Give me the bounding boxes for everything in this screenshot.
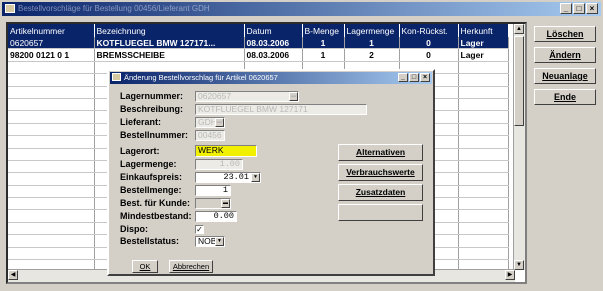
label-bestellmenge: Bestellmenge: <box>120 185 182 195</box>
zusatzdaten-button[interactable]: Zusatzdaten <box>338 184 423 201</box>
lieferant-field[interactable]: GDH ▬ <box>195 117 225 128</box>
label-bestellnummer: Bestellnummer: <box>120 130 189 140</box>
cell-datum: 08.03.2006 <box>244 48 303 62</box>
best-fuer-kunde-field[interactable]: ▬ <box>195 198 231 209</box>
dispo-checkbox[interactable]: ✓ <box>195 225 204 234</box>
cell-herkunft: Lager <box>458 37 509 50</box>
label-lieferant: Lieferant: <box>120 117 162 127</box>
einkaufspreis-field[interactable]: 23.01 ▼ <box>195 172 261 183</box>
table-row[interactable]: 0620657 KOTFLUEGEL BMW 127171... 08.03.2… <box>8 37 509 50</box>
bestellstatus-select[interactable]: NOB ▼ <box>195 236 225 247</box>
scroll-right-icon[interactable]: ▶ <box>505 270 515 280</box>
window-title: Bestellvorschläge für Bestellung 00456/L… <box>18 4 210 13</box>
column-header-datum[interactable]: Datum <box>244 24 303 37</box>
bestellnummer-field[interactable]: 00456 <box>195 130 225 141</box>
column-header-herkunft[interactable]: Herkunft <box>458 24 509 37</box>
dialog-title: Änderung Bestellvorschlag für Artikel 06… <box>124 73 278 82</box>
beschreibung-field[interactable]: KOTFLUEGEL BMW 127171 <box>195 104 367 115</box>
app-icon <box>5 4 15 13</box>
label-best-fuer-kunde: Best. für Kunde: <box>120 198 191 208</box>
column-header-kon-rueckst[interactable]: Kon-Rückst. <box>399 24 459 37</box>
minimize-button[interactable]: _ <box>560 3 572 14</box>
cell-kon-rueckst: 0 <box>399 37 459 50</box>
column-header-bezeichnung[interactable]: Bezeichnung <box>94 24 245 37</box>
loeschen-button[interactable]: Löschen <box>534 26 596 42</box>
cell-lagermenge: 1 <box>344 37 400 50</box>
cell-bezeichnung: KOTFLUEGEL BMW 127171... <box>94 37 245 50</box>
empty-button[interactable] <box>338 204 423 221</box>
column-header-lagermenge[interactable]: Lagermenge <box>344 24 400 37</box>
lagerort-field[interactable]: WERK <box>195 145 257 157</box>
dialog-titlebar[interactable]: Änderung Bestellvorschlag für Artikel 06… <box>110 72 432 84</box>
cell-b-menge: 1 <box>302 37 345 50</box>
cell-kon-rueckst: 0 <box>399 48 459 62</box>
neuanlage-button[interactable]: Neuanlage <box>534 68 596 84</box>
cell-herkunft: Lager <box>458 48 509 62</box>
dropdown-arrow-icon[interactable]: ▼ <box>251 173 260 182</box>
scroll-left-icon[interactable]: ◀ <box>8 270 18 280</box>
label-mindestbestand: Mindestbestand: <box>120 211 192 221</box>
cell-b-menge: 1 <box>302 48 345 62</box>
dialog-app-icon <box>112 73 121 81</box>
lagermenge-field[interactable]: 1.00 <box>195 159 243 170</box>
label-lagernummer: Lagernummer: <box>120 91 184 101</box>
ende-button[interactable]: Ende <box>534 89 596 105</box>
label-lagerort: Lagerort: <box>120 146 160 156</box>
cell-artikelnummer: 0620657 <box>8 37 95 50</box>
label-dispo: Dispo: <box>120 224 148 234</box>
vertical-scrollbar[interactable]: ▲ ▼ <box>513 24 525 270</box>
dialog-maximize-button[interactable]: □ <box>409 73 419 82</box>
maximize-button[interactable]: □ <box>573 3 585 14</box>
window-titlebar[interactable]: Bestellvorschläge für Bestellung 00456/L… <box>2 2 601 16</box>
alternativen-button[interactable]: Alternativen <box>338 144 423 161</box>
verbrauchswerte-button[interactable]: Verbrauchswerte <box>338 164 423 181</box>
vertical-scroll-thumb[interactable] <box>514 36 524 126</box>
lookup-icon[interactable]: ▬ <box>215 118 224 127</box>
ok-button[interactable]: OK <box>132 260 158 273</box>
column-header-b-menge[interactable]: B-Menge <box>302 24 345 37</box>
label-bestellstatus: Bestellstatus: <box>120 236 180 246</box>
table-row[interactable]: 98200 0121 0 1 BREMSSCHEIBE 08.03.2006 1… <box>8 48 509 62</box>
mindestbestand-field[interactable]: 0.00 <box>195 211 237 222</box>
cell-bezeichnung: BREMSSCHEIBE <box>94 48 245 62</box>
cell-datum: 08.03.2006 <box>244 37 303 50</box>
aendern-button[interactable]: Ändern <box>534 47 596 63</box>
cell-artikelnummer: 98200 0121 0 1 <box>8 48 95 62</box>
dialog-close-button[interactable]: × <box>420 73 430 82</box>
label-einkaufspreis: Einkaufspreis: <box>120 172 183 182</box>
column-header-artikelnummer[interactable]: Artikelnummer <box>8 24 95 37</box>
lookup-icon[interactable]: ▬ <box>289 92 298 101</box>
table-header-row: Artikelnummer Bezeichnung Datum B-Menge … <box>8 24 509 37</box>
dropdown-arrow-icon[interactable]: ▼ <box>215 237 224 246</box>
lagernummer-field[interactable]: 0620657 ▬ <box>195 91 299 102</box>
edit-proposal-dialog: Änderung Bestellvorschlag für Artikel 06… <box>107 69 435 276</box>
dialog-minimize-button[interactable]: _ <box>398 73 408 82</box>
cell-lagermenge: 2 <box>344 48 400 62</box>
close-button[interactable]: × <box>586 3 598 14</box>
label-lagermenge: Lagermenge: <box>120 159 177 169</box>
label-beschreibung: Beschreibung: <box>120 104 184 114</box>
scroll-up-icon[interactable]: ▲ <box>514 24 524 34</box>
abbrechen-button[interactable]: Abbrechen <box>169 260 213 273</box>
scroll-down-icon[interactable]: ▼ <box>514 260 524 270</box>
bestellmenge-field[interactable]: 1 <box>195 185 231 196</box>
lookup-icon[interactable]: ▬ <box>221 199 230 208</box>
